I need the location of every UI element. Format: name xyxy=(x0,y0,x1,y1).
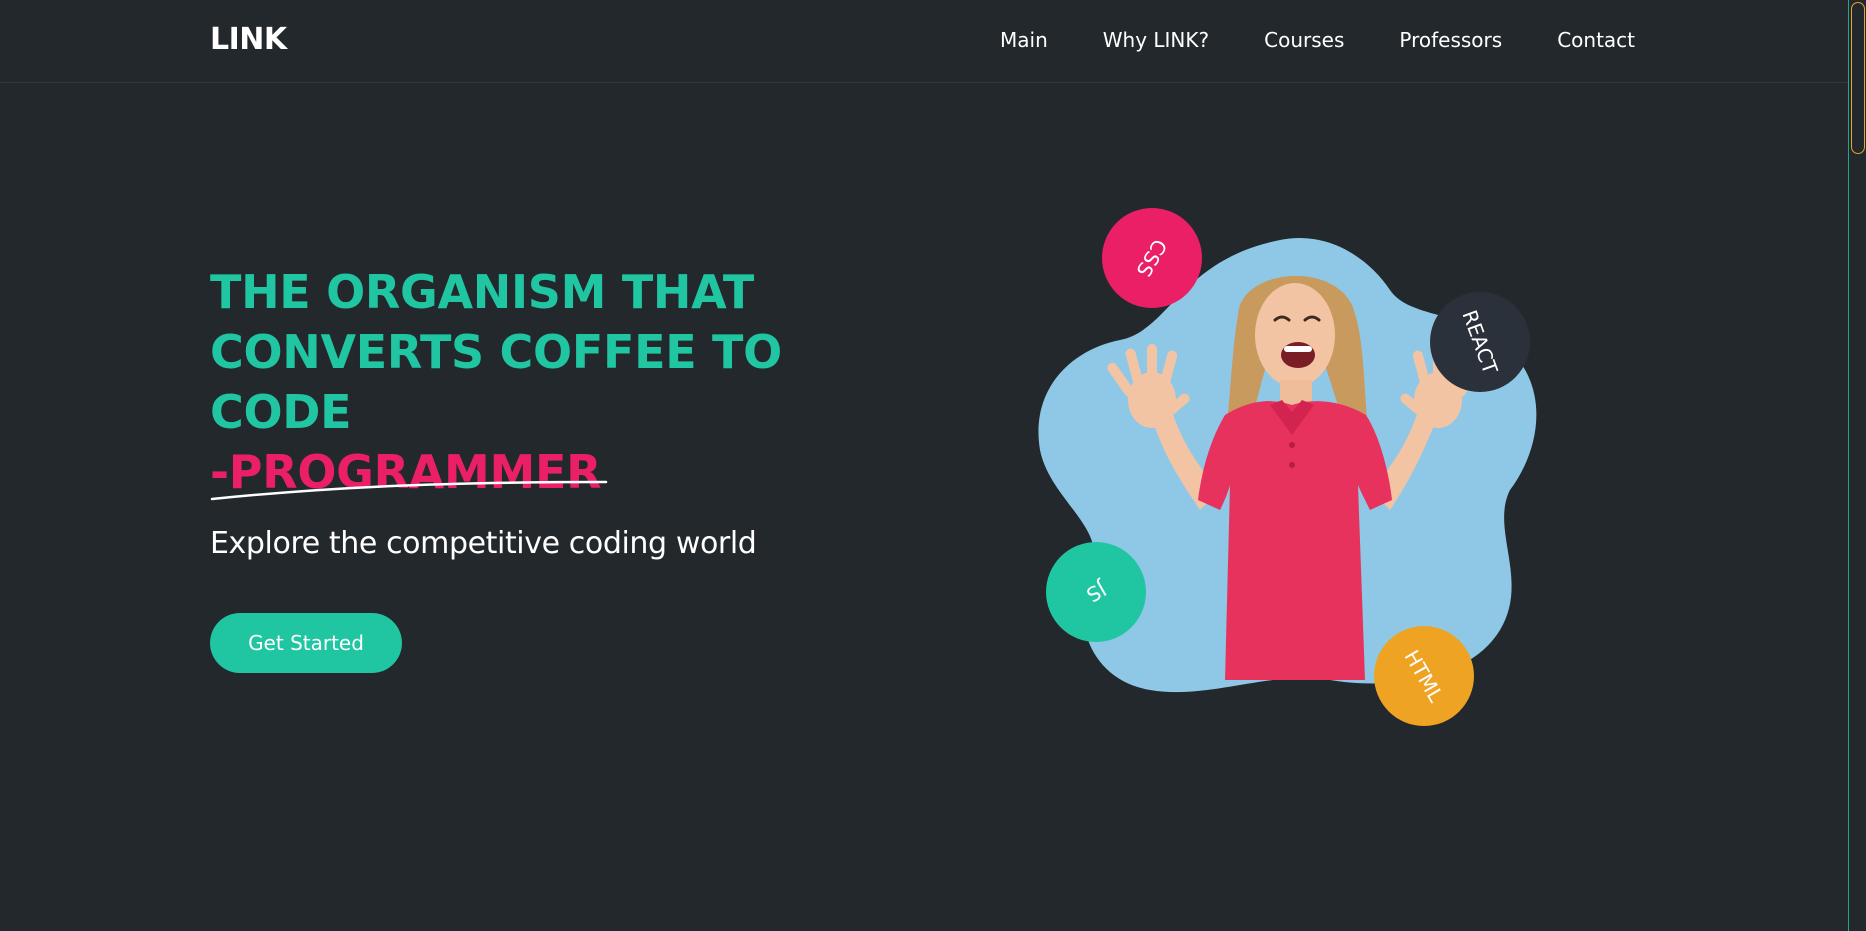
nav-link-why-link[interactable]: Why LINK? xyxy=(1103,28,1209,52)
hero-illustration: CSS REACT JS HTML xyxy=(1030,200,1550,740)
badge-html[interactable]: HTML xyxy=(1374,626,1474,726)
hero-accent-wrapper: -PROGRAMMER xyxy=(210,442,608,502)
nav-links: Main Why LINK? Courses Professors Contac… xyxy=(1000,28,1635,52)
hero-headline: THE ORGANISM THAT CONVERTS COFFEE TO COD… xyxy=(210,265,782,439)
hero-section: THE ORGANISM THAT CONVERTS COFFEE TO COD… xyxy=(210,262,890,673)
navbar: LINK Main Why LINK? Courses Professors C… xyxy=(0,0,1848,83)
hero-subtitle: Explore the competitive coding world xyxy=(210,526,757,561)
badge-css[interactable]: CSS xyxy=(1102,208,1202,308)
nav-link-contact[interactable]: Contact xyxy=(1557,28,1635,52)
page-scrollbar[interactable] xyxy=(1848,0,1866,931)
nav-link-courses[interactable]: Courses xyxy=(1264,28,1344,52)
nav-link-main[interactable]: Main xyxy=(1000,28,1048,52)
badge-js[interactable]: JS xyxy=(1046,542,1146,642)
badge-css-label: CSS xyxy=(1131,234,1173,282)
person-face xyxy=(1255,283,1335,387)
nav-link-professors[interactable]: Professors xyxy=(1399,28,1502,52)
scrollbar-thumb[interactable] xyxy=(1851,2,1865,154)
badge-react[interactable]: REACT xyxy=(1430,292,1530,392)
get-started-button[interactable]: Get Started xyxy=(210,613,402,673)
badge-js-label: JS xyxy=(1081,576,1111,608)
person-mouth xyxy=(1281,342,1315,368)
badge-html-label: HTML xyxy=(1399,645,1449,707)
hero-accent: -PROGRAMMER xyxy=(210,445,602,499)
badge-react-label: REACT xyxy=(1457,306,1503,378)
logo[interactable]: LINK xyxy=(210,22,287,57)
